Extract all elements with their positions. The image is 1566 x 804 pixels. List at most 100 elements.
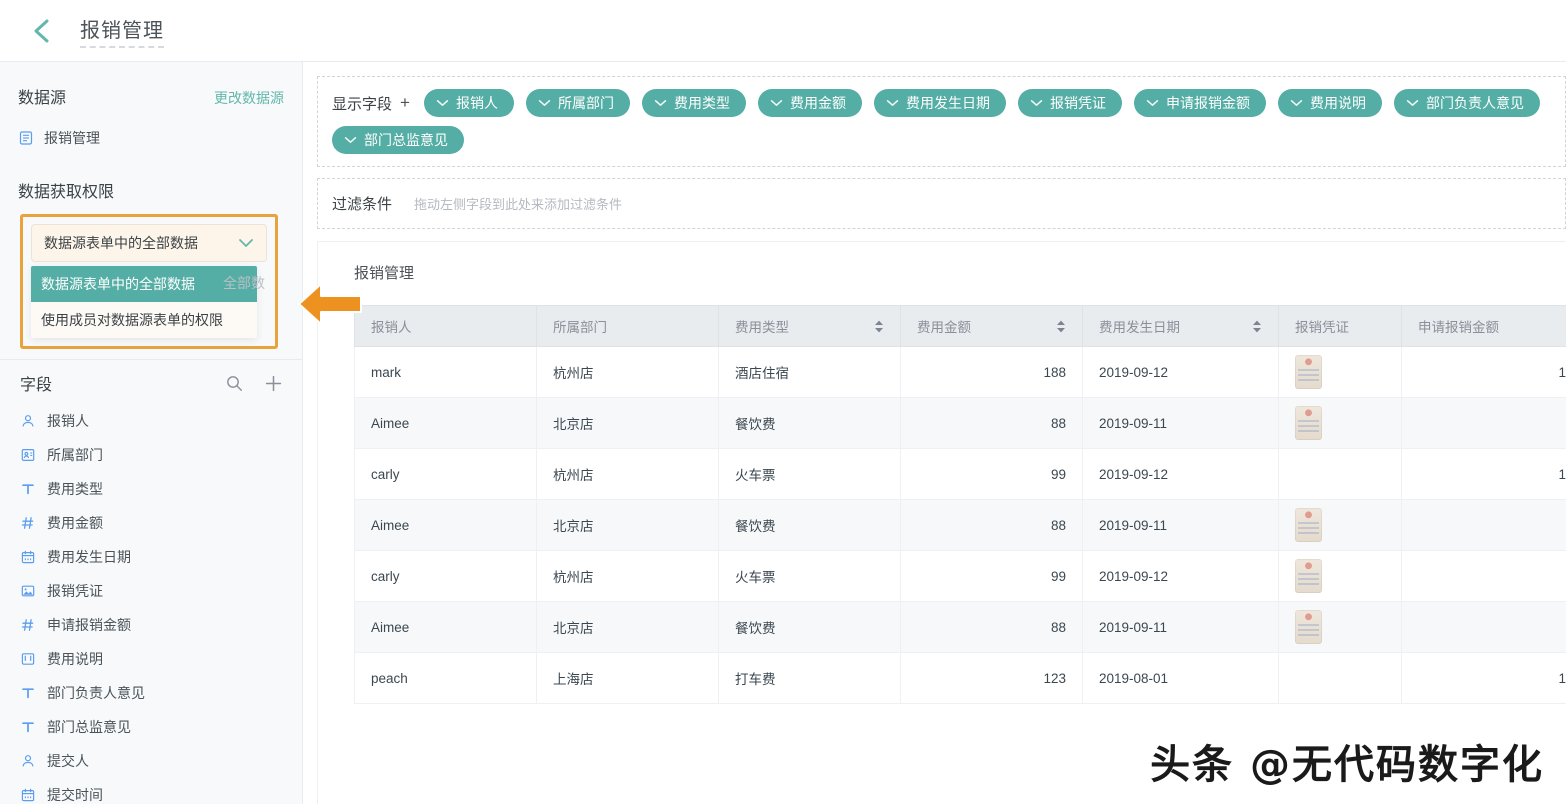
show-fields-label: 显示字段 bbox=[332, 95, 393, 113]
receipt-thumbnail[interactable] bbox=[1295, 355, 1322, 389]
field-item-11[interactable]: 提交时间 bbox=[0, 778, 302, 804]
receipt-thumbnail[interactable] bbox=[1295, 406, 1322, 440]
table-row[interactable]: Aimee北京店餐饮费882019-09-1188 bbox=[354, 499, 1566, 551]
sort-toggle-icon[interactable] bbox=[874, 320, 884, 333]
table-row[interactable]: carly杭州店火车票992019-09-1299 bbox=[354, 550, 1566, 602]
change-datasource-link[interactable]: 更改数据源 bbox=[214, 88, 284, 108]
field-item-10[interactable]: 提交人 bbox=[0, 744, 302, 778]
datasource-header: 数据源 更改数据源 bbox=[18, 84, 284, 108]
table-row[interactable]: Aimee北京店餐饮费882019-09-1188 bbox=[354, 397, 1566, 449]
field-item-1[interactable]: 所属部门 bbox=[0, 438, 302, 472]
cell-receipt[interactable] bbox=[1278, 397, 1402, 449]
show-field-tag-1[interactable]: 所属部门 bbox=[525, 89, 630, 117]
table-row[interactable]: Aimee北京店餐饮费882019-09-1188 bbox=[354, 601, 1566, 653]
chevron-down-icon[interactable] bbox=[344, 136, 357, 144]
field-item-3[interactable]: 费用金额 bbox=[0, 506, 302, 540]
column-header-2[interactable]: 费用类型 bbox=[718, 305, 901, 347]
receipt-thumbnail[interactable] bbox=[1295, 610, 1322, 644]
field-item-9[interactable]: 部门总监意见 bbox=[0, 710, 302, 744]
show-field-tag-2[interactable]: 费用类型 bbox=[641, 89, 746, 117]
permission-dropdown[interactable]: 数据源表单中的全部数据 使用成员对数据源表单的权限 bbox=[31, 266, 257, 338]
field-item-8[interactable]: 部门负责人意见 bbox=[0, 676, 302, 710]
cell-receipt[interactable] bbox=[1278, 499, 1402, 551]
cell-person[interactable]: Aimee bbox=[354, 397, 537, 449]
cell-dept[interactable]: 北京店 bbox=[536, 601, 719, 653]
show-field-tag-label: 费用类型 bbox=[673, 95, 730, 111]
datasource-section: 数据源 更改数据源 报销管理 数据获取权限 全部数 数据源表单中的全部数据 数据… bbox=[0, 62, 302, 349]
cell-dept[interactable]: 北京店 bbox=[536, 397, 719, 449]
chevron-down-icon[interactable] bbox=[770, 99, 783, 107]
cell-dept[interactable]: 北京店 bbox=[536, 499, 719, 551]
add-field-button[interactable]: + bbox=[400, 93, 410, 113]
chevron-down-icon[interactable] bbox=[1290, 99, 1303, 107]
cell-claim: 122 bbox=[1401, 652, 1566, 704]
field-item-label: 部门总监意见 bbox=[47, 719, 131, 735]
chevron-down-icon[interactable] bbox=[538, 99, 551, 107]
show-field-tag-9[interactable]: 部门总监意见 bbox=[332, 126, 464, 154]
plus-icon[interactable] bbox=[265, 375, 282, 392]
cell-person[interactable]: Aimee bbox=[354, 601, 537, 653]
column-header-3[interactable]: 费用金额 bbox=[900, 305, 1083, 347]
table-row[interactable]: carly杭州店火车票992019-09-12 134 bbox=[354, 448, 1566, 500]
chevron-down-icon[interactable] bbox=[436, 99, 449, 107]
show-field-tag-7[interactable]: 费用说明 bbox=[1277, 89, 1382, 117]
cell-receipt[interactable] bbox=[1278, 652, 1402, 704]
cell-person[interactable]: Aimee bbox=[354, 499, 537, 551]
data-table: 报销人 所属部门 费用类型 费用金额 费用发生日期 报销凭证 申请报销金额 mark 杭州店酒… bbox=[354, 305, 1566, 704]
cell-person[interactable]: carly bbox=[354, 448, 537, 500]
show-field-tag-8[interactable]: 部门负责人意见 bbox=[1393, 89, 1540, 117]
chevron-down-icon[interactable] bbox=[1146, 99, 1159, 107]
cell-dept[interactable]: 杭州店 bbox=[536, 346, 719, 398]
cell-dept[interactable]: 杭州店 bbox=[536, 550, 719, 602]
cell-receipt[interactable] bbox=[1278, 601, 1402, 653]
cell-receipt[interactable] bbox=[1278, 448, 1402, 500]
cell-date: 2019-09-11 bbox=[1082, 499, 1279, 551]
chevron-down-icon[interactable] bbox=[654, 99, 667, 107]
filter-panel[interactable]: 过滤条件 拖动左侧字段到此处来添加过滤条件 bbox=[317, 178, 1566, 229]
text-icon bbox=[20, 482, 35, 497]
permission-select[interactable]: 数据源表单中的全部数据 bbox=[31, 224, 267, 262]
cell-type: 火车票 bbox=[718, 448, 901, 500]
permission-option-0[interactable]: 数据源表单中的全部数据 bbox=[31, 266, 257, 302]
field-item-7[interactable]: 费用说明 bbox=[0, 642, 302, 676]
column-header-4[interactable]: 费用发生日期 bbox=[1082, 305, 1279, 347]
cell-person[interactable]: mark bbox=[354, 346, 537, 398]
field-item-label: 报销人 bbox=[47, 413, 89, 429]
field-item-2[interactable]: 费用类型 bbox=[0, 472, 302, 506]
cell-receipt[interactable] bbox=[1278, 550, 1402, 602]
column-header-label: 报销人 bbox=[371, 320, 412, 335]
cell-receipt[interactable] bbox=[1278, 346, 1402, 398]
datasource-item[interactable]: 报销管理 bbox=[18, 128, 284, 148]
cell-person[interactable]: peach bbox=[354, 652, 537, 704]
field-item-5[interactable]: 报销凭证 bbox=[0, 574, 302, 608]
column-header-6[interactable]: 申请报销金额 bbox=[1401, 305, 1566, 347]
search-icon[interactable] bbox=[226, 375, 243, 392]
permission-option-1[interactable]: 使用成员对数据源表单的权限 bbox=[31, 302, 257, 338]
sidebar: 数据源 更改数据源 报销管理 数据获取权限 全部数 数据源表单中的全部数据 数据… bbox=[0, 62, 303, 804]
show-field-tag-6[interactable]: 申请报销金额 bbox=[1133, 89, 1266, 117]
table-head: 报销人 所属部门 费用类型 费用金额 费用发生日期 报销凭证 申请报销金额 bbox=[354, 305, 1566, 347]
receipt-thumbnail[interactable] bbox=[1295, 559, 1322, 593]
chevron-down-icon[interactable] bbox=[886, 99, 899, 107]
table-row[interactable]: mark杭州店酒店住宿1882019-09-12188 bbox=[354, 346, 1566, 398]
cell-dept[interactable]: 上海店 bbox=[536, 652, 719, 704]
show-field-tag-label: 费用金额 bbox=[789, 95, 846, 111]
chevron-down-icon[interactable] bbox=[1406, 99, 1419, 107]
chevron-down-icon[interactable] bbox=[1030, 99, 1043, 107]
show-field-tag-0[interactable]: 报销人 bbox=[423, 89, 514, 117]
sort-toggle-icon[interactable] bbox=[1056, 320, 1066, 333]
table-body: mark杭州店酒店住宿1882019-09-12188Aimee北京店餐饮费88… bbox=[354, 346, 1566, 704]
receipt-thumbnail[interactable] bbox=[1295, 508, 1322, 542]
cell-dept[interactable]: 杭州店 bbox=[536, 448, 719, 500]
department-icon bbox=[20, 448, 35, 463]
field-item-4[interactable]: 费用发生日期 bbox=[0, 540, 302, 574]
field-item-6[interactable]: 申请报销金额 bbox=[0, 608, 302, 642]
field-item-0[interactable]: 报销人 bbox=[0, 404, 302, 438]
back-button[interactable] bbox=[24, 14, 58, 48]
show-field-tag-5[interactable]: 报销凭证 bbox=[1017, 89, 1122, 117]
cell-person[interactable]: carly bbox=[354, 550, 537, 602]
show-field-tag-4[interactable]: 费用发生日期 bbox=[873, 89, 1006, 117]
table-row[interactable]: peach上海店打车费1232019-08-01 122 bbox=[354, 652, 1566, 704]
show-field-tag-3[interactable]: 费用金额 bbox=[757, 89, 862, 117]
sort-toggle-icon[interactable] bbox=[1252, 320, 1262, 333]
